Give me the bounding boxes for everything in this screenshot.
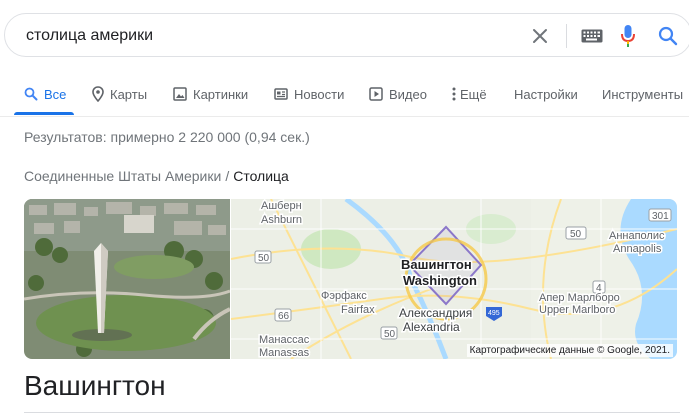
map-copyright: Картографические данные © Google, 2021. [466,344,673,357]
tab-all[interactable]: Все [24,84,66,104]
map-place-fairfax-ru: Фэрфакс [321,290,367,302]
keyboard-button[interactable] [575,14,609,58]
tab-settings[interactable]: Настройки [514,84,578,104]
interstate-shield: 495 [488,310,500,317]
route-shield: 301 [652,211,669,222]
map-place-fairfax-en: Fairfax [341,304,375,316]
tab-more[interactable]: Ещё [452,84,487,104]
breadcrumb-parent[interactable]: Соединенные Штаты Америки [24,168,221,184]
news-icon [274,88,288,100]
map-place-ashburn-en: Ashburn [261,214,302,226]
tab-maps[interactable]: Карты [92,84,147,104]
tab-label: Ещё [460,86,487,102]
route-shield: 66 [278,311,290,322]
search-divider [566,24,567,48]
more-vert-icon [452,87,456,101]
clear-button[interactable] [523,14,557,58]
voice-search-button[interactable] [613,14,643,58]
map-city-label-en: Washington [403,273,477,288]
tab-label: Все [44,86,67,102]
close-icon [533,29,547,43]
tab-label: Карты [110,86,148,102]
active-tab-indicator [14,112,74,115]
map-place-annapolis-ru: Аннаполис [609,230,665,242]
search-icon [24,87,38,101]
breadcrumb: Соединенные Штаты Америки / Столица [24,168,289,184]
map-place-upper-marlboro-en: Upper Marlboro [539,304,615,316]
microphone-icon [621,25,635,47]
map-place-alexandria-en: Alexandria [403,320,460,334]
search-button[interactable] [650,14,686,58]
tab-label: Настройки [514,86,578,102]
breadcrumb-current: Столица [233,168,289,184]
map-canvas: 50 50 66 50 4 301 495 Ашберн Ashburn Фэр… [231,199,677,359]
tab-tools[interactable]: Инструменты [602,84,683,104]
tab-label: Новости [294,86,345,102]
divider [24,412,680,413]
washington-photo[interactable] [24,199,230,359]
video-icon [369,87,383,101]
tab-video[interactable]: Видео [369,84,427,104]
search-icon [658,26,678,46]
result-stats: Результатов: примерно 2 220 000 (0,94 се… [24,129,310,145]
search-input[interactable] [26,25,506,47]
image-icon [173,87,187,101]
route-shield: 50 [570,229,582,240]
entity-title: Вашингтон [24,370,166,401]
washington-map[interactable]: 50 50 66 50 4 301 495 Ашберн Ashburn Фэр… [231,199,677,359]
map-place-annapolis-en: Annapolis [613,243,662,255]
washington-monument-image [24,199,230,359]
tab-images[interactable]: Картинки [173,84,248,104]
map-place-alexandria-ru: Александрия [399,306,472,320]
breadcrumb-separator: / [225,168,230,184]
route-shield: 50 [384,329,396,340]
map-city-label-ru: Вашингтон [401,257,472,272]
tab-label: Картинки [193,86,249,102]
map-pin-icon [92,86,104,102]
search-box[interactable] [4,13,689,57]
tab-news[interactable]: Новости [274,84,344,104]
search-tabs: Все Карты Картинки Новости Видео Ещё Нас… [0,70,689,117]
route-shield: 50 [258,253,270,264]
map-place-manassas-en: Manassas [259,347,310,359]
map-place-ashburn-ru: Ашберн [261,200,302,212]
tab-label: Видео [389,86,427,102]
keyboard-icon [581,29,603,43]
map-place-manassas-ru: Манассас [259,334,310,346]
map-place-upper-marlboro-ru: Апер Марлборо [539,292,620,304]
tab-label: Инструменты [602,86,684,102]
